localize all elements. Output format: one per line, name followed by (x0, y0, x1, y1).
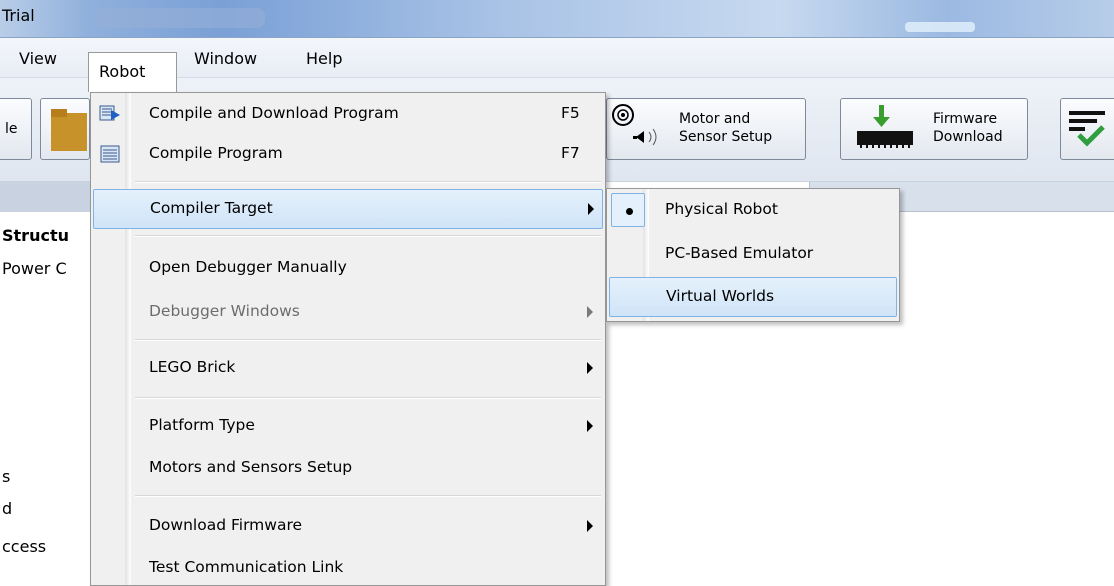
menu-item-label: Compile and Download Program (149, 104, 399, 122)
folder-icon (51, 109, 87, 151)
motor-sensor-line2: Sensor Setup (679, 129, 773, 145)
toolbar-button-partial[interactable]: le (0, 98, 32, 160)
title-decoration (95, 8, 265, 28)
compiler-target-submenu: Physical Robot PC-Based Emulator Virtual… (606, 188, 900, 322)
checklist-icon (1069, 111, 1105, 147)
submenu-arrow-icon (587, 420, 593, 432)
submenu-arrow-icon (587, 520, 593, 532)
title-decoration-right (905, 22, 975, 32)
menu-item-platform-type[interactable]: Platform Type (93, 407, 603, 447)
toolbar-button-partial-label: le (5, 121, 18, 137)
menu-item-lego-brick[interactable]: LEGO Brick (93, 349, 603, 389)
menu-item-debugger-windows[interactable]: Debugger Windows (93, 293, 603, 333)
motor-sensor-setup-button[interactable]: Motor and Sensor Setup (606, 98, 806, 160)
menu-item-label: Motors and Sensors Setup (149, 458, 353, 476)
firmware-line2: Download (933, 129, 1003, 145)
menu-item-label: Download Firmware (149, 516, 303, 534)
panel-tab[interactable] (0, 182, 96, 212)
menu-robot[interactable]: Robot (88, 52, 177, 92)
left-panel-heading: Structu (2, 226, 69, 245)
left-panel-item[interactable]: Power C (2, 259, 67, 278)
robot-menu-dropdown: Compile and Download Program F5 Compile … (90, 92, 606, 586)
open-folder-button[interactable] (40, 98, 90, 160)
radio-check-indicator (611, 193, 645, 227)
submenu-item-label: Physical Robot (665, 200, 778, 218)
menu-item-test-communication[interactable]: Test Communication Link (93, 549, 603, 586)
menu-item-label: Compiler Target (150, 199, 273, 217)
left-panel-item[interactable]: ccess (2, 537, 46, 556)
menu-item-label: LEGO Brick (149, 358, 236, 376)
menu-robot-label: Robot (99, 62, 146, 81)
left-panel-item[interactable]: d (2, 499, 12, 518)
firmware-download-button[interactable]: Firmware Download (840, 98, 1028, 160)
compile-download-icon (99, 105, 120, 121)
submenu-arrow-icon (587, 306, 593, 318)
submenu-item-virtual-worlds[interactable]: Virtual Worlds (609, 277, 897, 317)
submenu-item-pc-emulator[interactable]: PC-Based Emulator (609, 235, 897, 275)
submenu-arrow-icon (587, 362, 593, 374)
window-title: Trial (2, 6, 35, 25)
menu-item-shortcut: F5 (561, 104, 580, 122)
menu-separator (135, 235, 601, 237)
menu-item-label: Open Debugger Manually (149, 258, 347, 276)
motor-icon (612, 104, 657, 146)
left-panel-item[interactable]: s (2, 467, 10, 486)
menu-separator (135, 181, 601, 183)
title-bar: Trial (0, 0, 1114, 38)
menu-item-label: Compile Program (149, 144, 283, 162)
menu-separator (135, 339, 601, 341)
menu-view[interactable]: View (19, 49, 57, 68)
menu-item-compiler-target[interactable]: Compiler Target (93, 189, 603, 229)
menu-item-compile-download[interactable]: Compile and Download Program F5 (93, 95, 603, 135)
menu-item-compile-program[interactable]: Compile Program F7 (93, 135, 603, 175)
compile-icon (100, 145, 120, 163)
bullet-icon (626, 208, 633, 215)
submenu-item-physical-robot[interactable]: Physical Robot (609, 191, 897, 231)
motor-sensor-line1: Motor and (679, 111, 751, 127)
menu-item-shortcut: F7 (561, 144, 580, 162)
submenu-item-label: PC-Based Emulator (665, 244, 814, 262)
menu-item-motors-sensors-setup[interactable]: Motors and Sensors Setup (93, 449, 603, 489)
menu-item-label: Test Communication Link (149, 558, 344, 576)
menu-item-label: Debugger Windows (149, 302, 300, 320)
download-chip-icon (857, 105, 913, 148)
menu-item-label: Platform Type (149, 416, 255, 434)
menu-help[interactable]: Help (306, 49, 342, 68)
menu-separator (135, 495, 601, 497)
submenu-item-label: Virtual Worlds (666, 287, 775, 305)
menu-item-open-debugger[interactable]: Open Debugger Manually (93, 249, 603, 289)
firmware-line1: Firmware (933, 111, 998, 127)
menu-separator (135, 397, 601, 399)
submenu-arrow-icon (588, 203, 594, 215)
menu-window[interactable]: Window (194, 49, 257, 68)
menu-item-download-firmware[interactable]: Download Firmware (93, 507, 603, 547)
check-list-button[interactable] (1060, 98, 1114, 160)
